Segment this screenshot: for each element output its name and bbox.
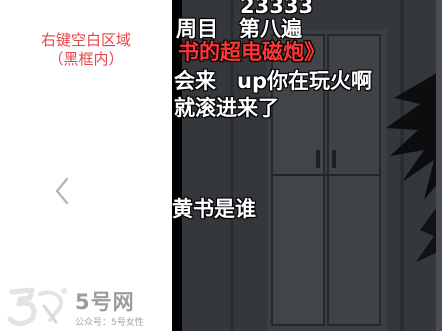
site-logo-icon (7, 287, 67, 326)
danmaku-comment: 周目 第八遍 (176, 17, 302, 41)
watermark-subtitle: 公众号：5号女性 (75, 318, 144, 328)
watermark: 5号网 公众号：5号女性 (6, 282, 166, 328)
chevron-left-icon[interactable] (54, 177, 70, 205)
danmaku-comment: 黄书是谁 (172, 197, 256, 221)
danmaku-comment: 会来 up你在玩火啊 (174, 69, 372, 93)
video-edge-bar (436, 0, 442, 331)
danmaku-comment: 就滚进来了 (174, 96, 279, 120)
instruction-note-line1: 右键空白区域 (40, 31, 131, 49)
video-player[interactable]: 23333 周目 第八遍 书的超电磁炮》 会来 up你在玩火啊 就滚进来了 黄书… (172, 0, 442, 331)
blank-area: 右键空白区域 （黑框内） 5号网 公众号：5号女性 (0, 0, 172, 331)
danmaku-comment: 23333 (240, 0, 314, 18)
watermark-site-name: 5号网 (75, 290, 135, 314)
danmaku-comment: 书的超电磁炮》 (178, 40, 325, 64)
instruction-note-line2: （黑框内） (48, 50, 124, 68)
